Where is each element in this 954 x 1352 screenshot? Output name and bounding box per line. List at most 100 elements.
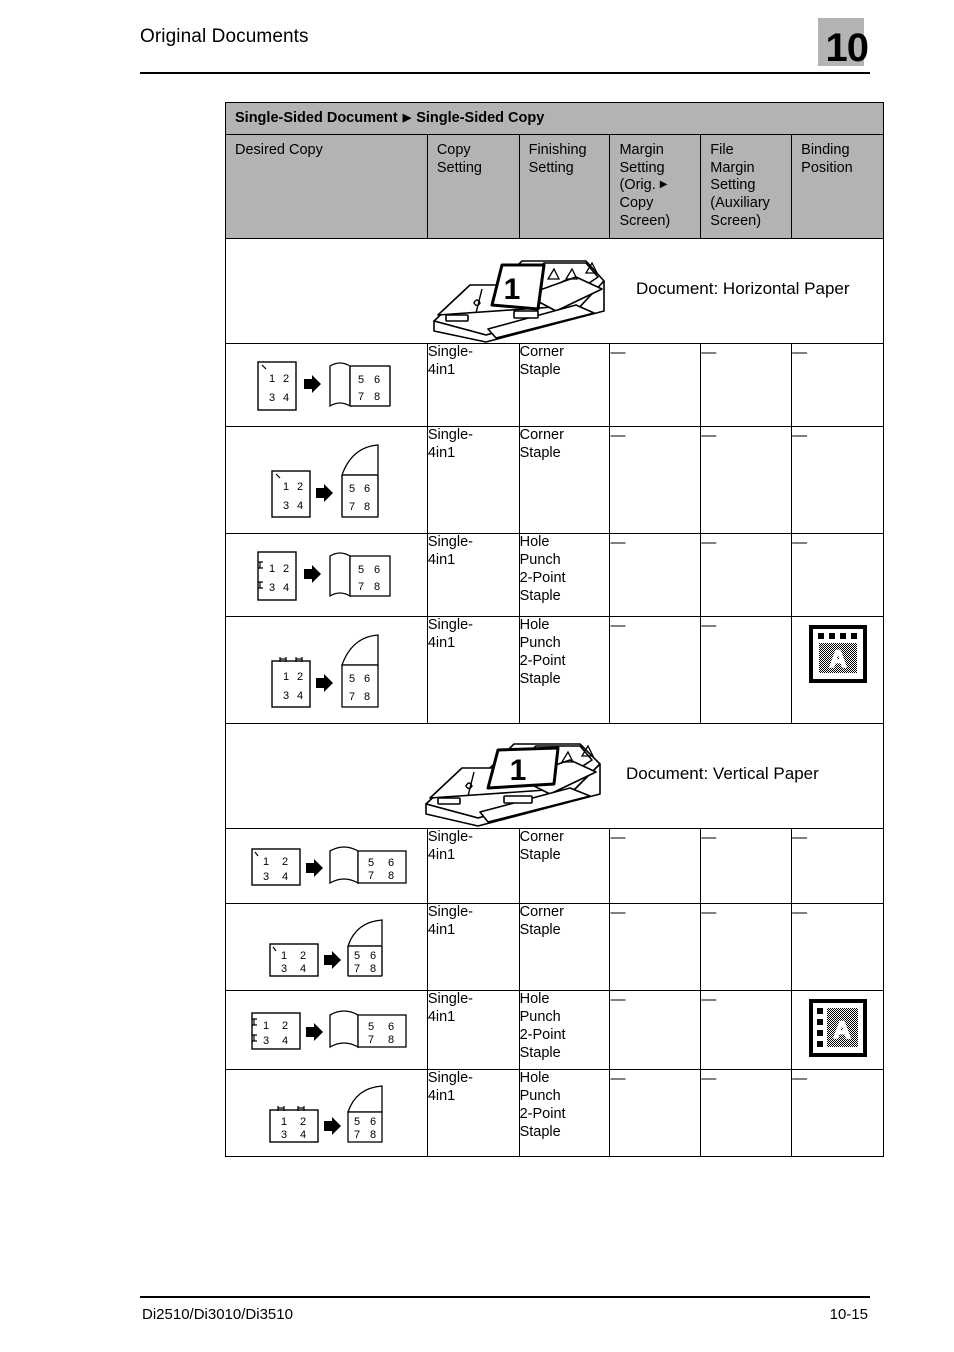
copy-setting-cell: Single- 4in1 bbox=[426, 533, 520, 618]
svg-text:A: A bbox=[829, 646, 846, 673]
binding-position-cell: — bbox=[791, 533, 884, 618]
table-row: 12 34 56 78 Single- 4in1 bbox=[225, 1069, 884, 1158]
finishing-value-l2: Punch bbox=[519, 552, 561, 569]
svg-text:1: 1 bbox=[269, 563, 275, 575]
margin-setting-cell: — bbox=[609, 903, 702, 992]
diagram-cell: 12 34 56 78 bbox=[225, 343, 428, 428]
copy-setting-value-l2: 4in1 bbox=[427, 1088, 456, 1105]
finishing-value-l3: 2-Point bbox=[519, 1026, 566, 1043]
margin-setting-cell: — bbox=[609, 828, 702, 905]
binding-position-cell: A bbox=[791, 990, 884, 1071]
finishing-setting-cell: Hole Punch 2-Point Staple bbox=[518, 533, 611, 618]
svg-text:6: 6 bbox=[374, 564, 380, 576]
finishing-value-l3: 2-Point bbox=[519, 1105, 566, 1122]
copy-setting-cell: Single- 4in1 bbox=[426, 616, 520, 725]
document-page: Original Documents 10 Single-Sided Docum… bbox=[0, 0, 954, 1352]
copy-setting-value-l2: 4in1 bbox=[427, 552, 456, 569]
table-header-row: Desired Copy Copy Setting Finishing Sett… bbox=[225, 133, 884, 240]
copy-setting-cell: Single- 4in1 bbox=[426, 903, 520, 992]
svg-text:3: 3 bbox=[283, 690, 289, 702]
finishing-setting-line2: Setting bbox=[528, 159, 574, 176]
svg-text:6: 6 bbox=[370, 950, 376, 962]
copy-setting-value-l1: Single- bbox=[427, 344, 473, 361]
svg-text:1: 1 bbox=[281, 1116, 287, 1128]
diagram-two-point-staple-top-top-fold-portrait: 12 34 56 78 bbox=[271, 634, 380, 709]
copy-setting-value-l1: Single- bbox=[427, 534, 473, 551]
file-margin-setting-cell: — bbox=[700, 828, 793, 905]
margin-setting-cell: — bbox=[609, 426, 702, 535]
dash-mark: — bbox=[610, 829, 626, 847]
copy-setting-value-l2: 4in1 bbox=[427, 922, 456, 939]
dash-mark: — bbox=[792, 829, 808, 847]
file-margin-setting-cell: — bbox=[700, 426, 793, 535]
svg-text:6: 6 bbox=[364, 673, 370, 685]
copy-setting-value-l2: 4in1 bbox=[427, 635, 456, 652]
svg-text:2: 2 bbox=[282, 856, 288, 868]
illustration-label-vertical: Document: Vertical Paper bbox=[626, 764, 819, 784]
file-margin-setting-cell: — bbox=[700, 990, 793, 1071]
svg-text:6: 6 bbox=[388, 857, 394, 869]
dash-mark: — bbox=[610, 991, 626, 1009]
binding-position-line1: Binding bbox=[801, 142, 850, 158]
table-row: 12 34 56 78 Single- 4in1 bbox=[225, 828, 884, 905]
finishing-setting-line1: Finishing bbox=[528, 142, 587, 158]
svg-text:7: 7 bbox=[358, 581, 364, 593]
diagram-two-point-staple-left-side-fold-portrait: 12 34 56 78 bbox=[257, 551, 392, 602]
margin-setting-cell: — bbox=[609, 533, 702, 618]
document-feeder-vertical-icon: 1 bbox=[418, 726, 618, 828]
dash-mark: — bbox=[701, 344, 717, 362]
finishing-value-l4: Staple bbox=[519, 670, 561, 687]
svg-text:5: 5 bbox=[349, 673, 355, 685]
svg-text:8: 8 bbox=[374, 391, 380, 403]
dash-mark: — bbox=[701, 427, 717, 445]
dash-mark: — bbox=[701, 904, 717, 922]
svg-text:8: 8 bbox=[370, 963, 376, 975]
svg-text:3: 3 bbox=[269, 582, 275, 594]
svg-text:3: 3 bbox=[269, 392, 275, 404]
svg-text:3: 3 bbox=[281, 1129, 287, 1141]
svg-text:1: 1 bbox=[504, 273, 521, 306]
page-footer: Di2510/Di3010/Di3510 10-15 bbox=[140, 1296, 870, 1336]
dash-mark: — bbox=[701, 534, 717, 552]
copy-setting-line1: Copy bbox=[436, 142, 471, 158]
copy-setting-value-l2: 4in1 bbox=[427, 362, 456, 379]
copy-setting-line2: Setting bbox=[436, 159, 482, 176]
margin-setting-line3: (Orig. bbox=[619, 177, 656, 194]
table-band-row: Single-Sided Document ▶ Single-Sided Copy bbox=[225, 102, 884, 135]
svg-text:6: 6 bbox=[370, 1116, 376, 1128]
dash-mark: — bbox=[792, 534, 808, 552]
finishing-value-l2: Punch bbox=[519, 635, 561, 652]
diagram-cell: 12 34 56 78 bbox=[225, 990, 428, 1071]
finishing-value-l2: Staple bbox=[519, 362, 561, 379]
binding-position-cell: — bbox=[791, 426, 884, 535]
finishing-value-l4: Staple bbox=[519, 587, 561, 604]
diagram-cell: 12 34 56 78 bbox=[225, 616, 428, 725]
binding-position-top-icon: A bbox=[808, 625, 867, 684]
finishing-value-l1: Hole bbox=[519, 991, 550, 1008]
diagram-cell: 12 34 56 78 bbox=[225, 828, 428, 905]
band-title-part2: Single-Sided Copy bbox=[416, 110, 545, 126]
dash-mark: — bbox=[792, 904, 808, 922]
finishing-value-l3: 2-Point bbox=[519, 569, 566, 586]
col-header-binding-position: Binding Position bbox=[791, 133, 884, 240]
svg-text:5: 5 bbox=[368, 1021, 374, 1033]
svg-text:7: 7 bbox=[349, 691, 355, 703]
finishing-setting-cell: Hole Punch 2-Point Staple bbox=[518, 616, 611, 725]
margin-setting-line1: Margin bbox=[619, 142, 664, 158]
finishing-value-l2: Punch bbox=[519, 1088, 561, 1105]
footer-divider bbox=[140, 1296, 870, 1298]
col-header-copy-setting: Copy Setting bbox=[426, 133, 520, 240]
finishing-value-l1: Hole bbox=[519, 617, 550, 634]
table-row: 12 34 56 78 Single- 4in1 bbox=[225, 533, 884, 618]
svg-text:8: 8 bbox=[388, 870, 394, 882]
diagram-corner-staple-side-fold-portrait: 12 34 56 78 bbox=[257, 361, 392, 412]
svg-text:7: 7 bbox=[354, 1129, 360, 1141]
svg-text:5: 5 bbox=[358, 374, 364, 386]
copy-setting-value-l1: Single- bbox=[427, 904, 473, 921]
svg-text:7: 7 bbox=[358, 391, 364, 403]
finishing-value-l2: Staple bbox=[519, 445, 561, 462]
finishing-value-l1: Hole bbox=[519, 534, 550, 551]
file-margin-line5: Screen) bbox=[710, 212, 762, 229]
copy-setting-cell: Single- 4in1 bbox=[426, 1069, 520, 1158]
col-header-margin-setting: Margin Setting (Orig. ▶ Copy Screen) bbox=[609, 133, 702, 240]
